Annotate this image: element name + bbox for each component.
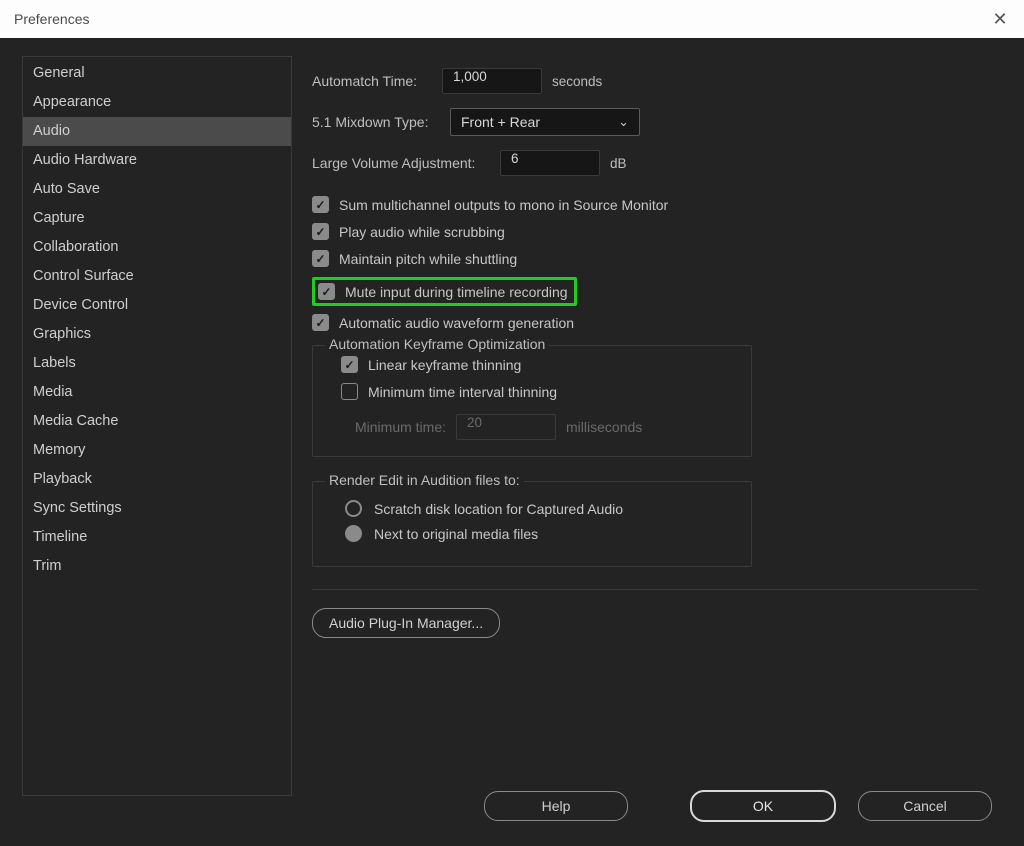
ok-button[interactable]: OK — [690, 790, 836, 822]
mute-input-label: Mute input during timeline recording — [345, 284, 568, 300]
auto-waveform-label: Automatic audio waveform generation — [339, 315, 574, 331]
sidebar-item-label: Audio Hardware — [33, 152, 137, 168]
sidebar-item-label: Media — [33, 384, 73, 400]
maintain-pitch-label: Maintain pitch while shuttling — [339, 251, 517, 267]
sidebar-item-label: General — [33, 65, 85, 81]
radio-icon — [345, 525, 362, 542]
sidebar-item-audio[interactable]: Audio — [23, 117, 291, 146]
automatch-time-suffix: seconds — [552, 74, 602, 89]
minimum-time-input: 20 — [456, 414, 556, 440]
sidebar-item-media[interactable]: Media — [23, 378, 291, 407]
automatch-time-input[interactable]: 1,000 — [442, 68, 542, 94]
sidebar-item-audio-hardware[interactable]: Audio Hardware — [23, 146, 291, 175]
sidebar-item-timeline[interactable]: Timeline — [23, 523, 291, 552]
radio-icon — [345, 500, 362, 517]
sidebar-item-control-surface[interactable]: Control Surface — [23, 262, 291, 291]
checkbox-icon — [318, 283, 335, 300]
checkbox-icon — [341, 356, 358, 373]
sidebar-item-graphics[interactable]: Graphics — [23, 320, 291, 349]
sidebar-item-label: Capture — [33, 210, 85, 226]
sidebar-item-label: Timeline — [33, 529, 87, 545]
large-volume-adjustment-input[interactable]: 6 — [500, 150, 600, 176]
cancel-button[interactable]: Cancel — [858, 791, 992, 821]
sum-multichannel-row[interactable]: Sum multichannel outputs to mono in Sour… — [312, 196, 994, 213]
sidebar-item-label: Labels — [33, 355, 76, 371]
render-legend: Render Edit in Audition files to: — [325, 472, 524, 488]
sum-multichannel-label: Sum multichannel outputs to mono in Sour… — [339, 197, 668, 213]
sidebar-item-labels[interactable]: Labels — [23, 349, 291, 378]
sidebar-item-label: Media Cache — [33, 413, 118, 429]
large-volume-adjustment-suffix: dB — [610, 156, 627, 171]
titlebar: Preferences ✕ — [0, 0, 1024, 38]
sidebar-item-trim[interactable]: Trim — [23, 552, 291, 581]
mute-input-row[interactable]: Mute input during timeline recording — [318, 283, 568, 300]
next-to-original-media-row[interactable]: Next to original media files — [345, 525, 737, 542]
mixdown-type-select[interactable]: Front + Rear ⌄ — [450, 108, 640, 136]
automation-keyframe-optimization-group: Automation Keyframe Optimization Linear … — [312, 345, 752, 457]
sidebar-item-collaboration[interactable]: Collaboration — [23, 233, 291, 262]
preferences-content: Automatch Time: 1,000 seconds 5.1 Mixdow… — [292, 56, 1004, 796]
sidebar-item-label: Memory — [33, 442, 85, 458]
minimum-time-interval-thinning-label: Minimum time interval thinning — [368, 384, 557, 400]
sidebar-item-appearance[interactable]: Appearance — [23, 88, 291, 117]
preferences-dialog: General Appearance Audio Audio Hardware … — [0, 38, 1024, 846]
sidebar-item-label: Audio — [33, 123, 70, 139]
sidebar-item-sync-settings[interactable]: Sync Settings — [23, 494, 291, 523]
sidebar-item-label: Trim — [33, 558, 61, 574]
checkbox-icon — [312, 250, 329, 267]
sidebar-item-playback[interactable]: Playback — [23, 465, 291, 494]
sidebar-item-capture[interactable]: Capture — [23, 204, 291, 233]
minimum-time-interval-thinning-row[interactable]: Minimum time interval thinning — [341, 383, 737, 400]
minimum-time-label: Minimum time: — [355, 419, 446, 435]
sidebar-item-label: Collaboration — [33, 239, 118, 255]
scratch-disk-location-row[interactable]: Scratch disk location for Captured Audio — [345, 500, 737, 517]
play-audio-scrubbing-row[interactable]: Play audio while scrubbing — [312, 223, 994, 240]
checkbox-icon — [312, 314, 329, 331]
checkbox-icon — [341, 383, 358, 400]
dialog-buttons: Help OK Cancel — [484, 790, 992, 822]
render-edit-audition-group: Render Edit in Audition files to: Scratc… — [312, 481, 752, 567]
checkbox-icon — [312, 223, 329, 240]
mixdown-type-value: Front + Rear — [461, 114, 540, 130]
sidebar-item-label: Sync Settings — [33, 500, 122, 516]
scratch-disk-location-label: Scratch disk location for Captured Audio — [374, 501, 623, 517]
highlighted-option: Mute input during timeline recording — [312, 277, 577, 306]
sidebar-item-label: Playback — [33, 471, 92, 487]
sidebar-item-device-control[interactable]: Device Control — [23, 291, 291, 320]
play-audio-scrubbing-label: Play audio while scrubbing — [339, 224, 505, 240]
linear-keyframe-thinning-row[interactable]: Linear keyframe thinning — [341, 356, 737, 373]
sidebar-item-label: Appearance — [33, 94, 111, 110]
close-icon[interactable]: ✕ — [988, 7, 1012, 31]
linear-keyframe-thinning-label: Linear keyframe thinning — [368, 357, 521, 373]
preferences-sidebar: General Appearance Audio Audio Hardware … — [22, 56, 292, 796]
checkbox-icon — [312, 196, 329, 213]
auto-waveform-row[interactable]: Automatic audio waveform generation — [312, 314, 994, 331]
ako-legend: Automation Keyframe Optimization — [325, 336, 549, 352]
sidebar-item-general[interactable]: General — [23, 59, 291, 88]
chevron-down-icon: ⌄ — [618, 114, 629, 130]
help-button[interactable]: Help — [484, 791, 628, 821]
sidebar-item-label: Device Control — [33, 297, 128, 313]
sidebar-item-label: Auto Save — [33, 181, 100, 197]
mixdown-type-label: 5.1 Mixdown Type: — [312, 114, 440, 130]
divider — [312, 589, 978, 590]
large-volume-adjustment-label: Large Volume Adjustment: — [312, 155, 490, 171]
window-title: Preferences — [14, 11, 89, 27]
audio-plugin-manager-button[interactable]: Audio Plug-In Manager... — [312, 608, 500, 638]
next-to-original-media-label: Next to original media files — [374, 526, 538, 542]
maintain-pitch-row[interactable]: Maintain pitch while shuttling — [312, 250, 994, 267]
automatch-time-label: Automatch Time: — [312, 73, 432, 89]
sidebar-item-label: Control Surface — [33, 268, 134, 284]
sidebar-item-auto-save[interactable]: Auto Save — [23, 175, 291, 204]
sidebar-item-memory[interactable]: Memory — [23, 436, 291, 465]
sidebar-item-media-cache[interactable]: Media Cache — [23, 407, 291, 436]
minimum-time-suffix: milliseconds — [566, 419, 642, 435]
sidebar-item-label: Graphics — [33, 326, 91, 342]
